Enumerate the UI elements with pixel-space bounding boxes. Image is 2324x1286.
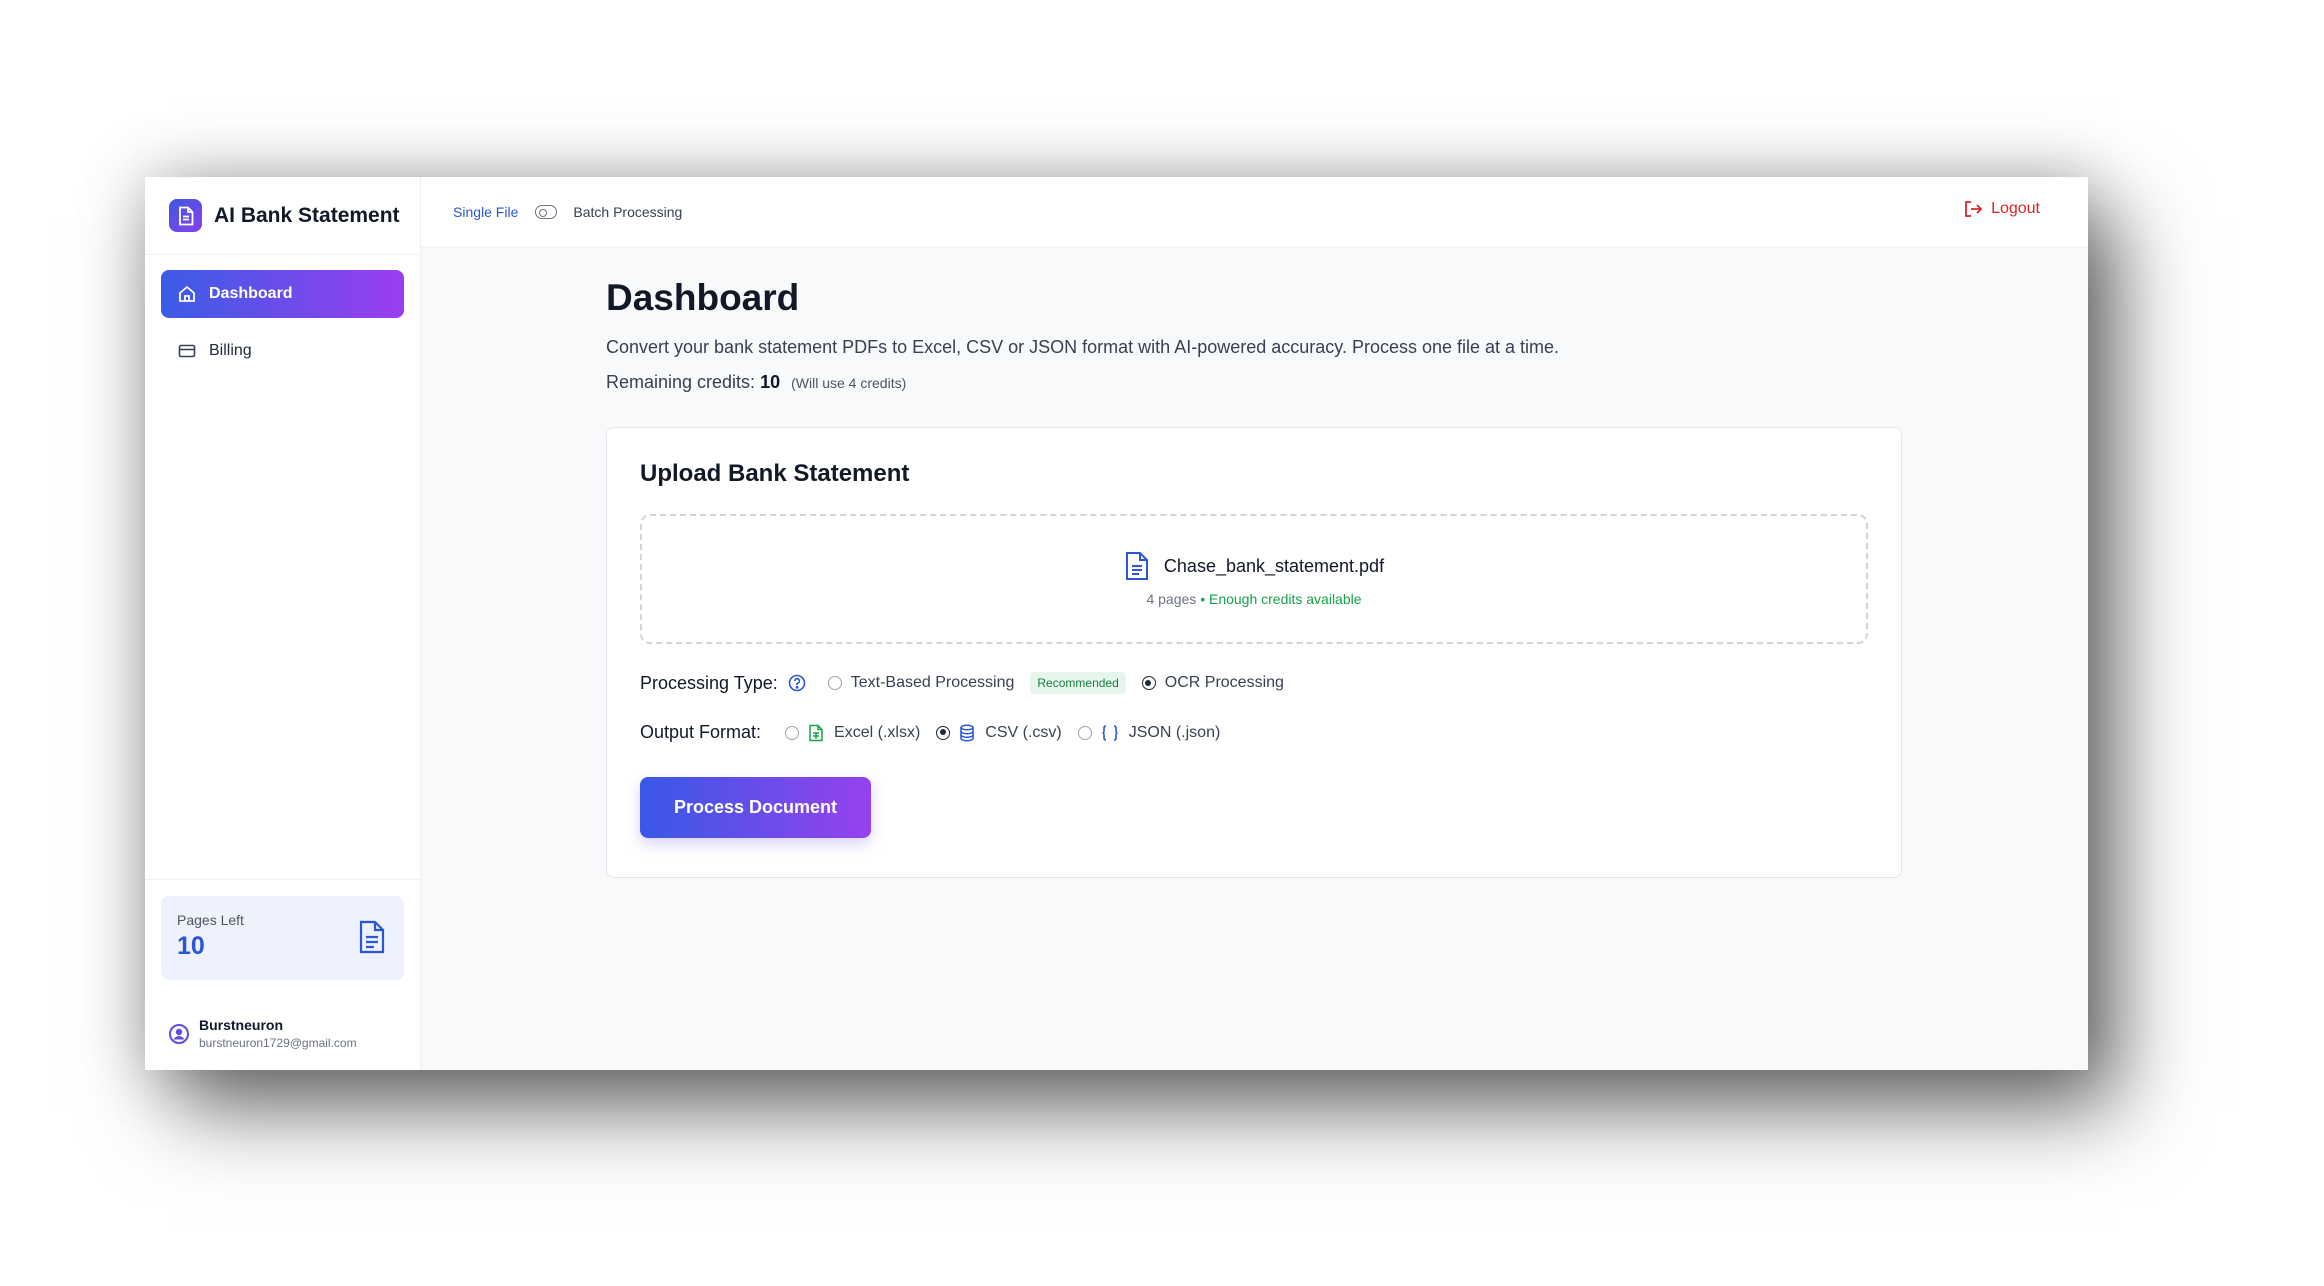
json-radio[interactable] — [1077, 725, 1092, 740]
file-meta: 4 pages • Enough credits available — [1146, 591, 1361, 607]
main-area: Single File Batch Processing Logout Dash… — [421, 177, 2088, 1070]
logout-button[interactable]: Logout — [1963, 199, 2040, 219]
file-dropzone[interactable]: Chase_bank_statement.pdf 4 pages • Enoug… — [640, 514, 1868, 644]
page-title: Dashboard — [606, 277, 800, 318]
pages-left-label: Pages Left — [177, 912, 244, 928]
text-based-radio[interactable] — [827, 676, 842, 690]
document-logo-icon — [169, 199, 202, 232]
credits-label: Remaining credits: — [606, 372, 756, 392]
process-document-button[interactable]: Process Document — [640, 777, 871, 838]
single-file-mode[interactable]: Single File — [453, 204, 518, 220]
credit-status: Enough credits available — [1208, 591, 1362, 607]
recommended-badge: Recommended — [1030, 672, 1126, 694]
dashboard-content: Dashboard Convert your bank statement PD… — [606, 277, 1902, 878]
sidebar-footer: Pages Left 10 Burstneuron burstneuron172… — [145, 879, 420, 1070]
credit-card-icon — [178, 344, 196, 358]
processing-type-row: Processing Type: Text-Based Processing R… — [640, 672, 1868, 694]
brand: AI Bank Statement — [145, 177, 420, 255]
sidebar-nav: Dashboard Billing — [145, 255, 420, 399]
mode-toggle-switch[interactable] — [535, 205, 558, 219]
help-icon[interactable] — [788, 674, 806, 692]
app-window: AI Bank Statement Dashboard Billing Page… — [145, 177, 2088, 1070]
text-based-label: Text-Based Processing — [850, 674, 1015, 691]
home-icon — [179, 285, 195, 302]
user-email: burstneuron1729@gmail.com — [199, 1036, 357, 1050]
meta-separator: • — [1200, 591, 1206, 607]
sidebar-item-billing[interactable]: Billing — [161, 327, 404, 375]
upload-card-title: Upload Bank Statement — [640, 460, 910, 487]
pages-left-value: 10 — [177, 932, 205, 960]
app-title: AI Bank Statement — [214, 203, 400, 227]
sidebar: AI Bank Statement Dashboard Billing Page… — [145, 177, 421, 1070]
batch-processing-mode[interactable]: Batch Processing — [573, 204, 682, 220]
logout-label: Logout — [1991, 200, 2040, 217]
user-avatar-icon — [169, 1023, 189, 1044]
sidebar-item-label: Dashboard — [209, 285, 293, 302]
csv-radio[interactable] — [936, 725, 951, 740]
selected-file: Chase_bank_statement.pdf — [1124, 551, 1384, 581]
spreadsheet-icon — [808, 724, 824, 742]
page-description: Convert your bank statement PDFs to Exce… — [606, 337, 1560, 357]
document-icon — [359, 920, 385, 954]
json-option[interactable]: JSON (.json) — [1077, 723, 1221, 742]
csv-label: CSV (.csv) — [985, 723, 1062, 741]
database-icon — [959, 724, 975, 742]
remaining-credits: Remaining credits: 10 (Will use 4 credit… — [606, 372, 1902, 393]
credits-note: (Will use 4 credits) — [791, 375, 907, 391]
credits-value: 10 — [760, 372, 781, 392]
user-name: Burstneuron — [199, 1017, 283, 1033]
file-icon — [1125, 552, 1148, 580]
sidebar-item-label: Billing — [209, 342, 252, 359]
ocr-radio[interactable] — [1141, 676, 1156, 690]
json-label: JSON (.json) — [1128, 723, 1221, 741]
sidebar-item-dashboard[interactable]: Dashboard — [161, 270, 404, 318]
file-pages: 4 pages — [1146, 591, 1197, 607]
csv-option[interactable]: CSV (.csv) — [936, 723, 1062, 742]
upload-card: Upload Bank Statement Chase_bank_stateme… — [606, 427, 1902, 878]
pages-left-card: Pages Left 10 — [161, 896, 404, 980]
output-format-label: Output Format: — [640, 722, 762, 742]
excel-label: Excel (.xlsx) — [834, 723, 921, 741]
ocr-option[interactable]: OCR Processing — [1141, 674, 1284, 692]
ocr-label: OCR Processing — [1164, 674, 1284, 691]
user-profile[interactable]: Burstneuron burstneuron1729@gmail.com — [161, 1017, 404, 1050]
excel-radio[interactable] — [785, 725, 800, 740]
topbar: Single File Batch Processing Logout — [421, 177, 2088, 248]
text-based-option[interactable]: Text-Based Processing — [827, 674, 1015, 692]
excel-option[interactable]: Excel (.xlsx) — [785, 724, 920, 742]
output-format-row: Output Format: Excel (.xlsx) CSV (.csv) … — [640, 722, 1868, 743]
file-name: Chase_bank_statement.pdf — [1163, 555, 1385, 576]
processing-type-label: Processing Type: — [640, 672, 778, 693]
braces-icon — [1101, 724, 1119, 742]
logout-icon — [1965, 201, 1983, 217]
